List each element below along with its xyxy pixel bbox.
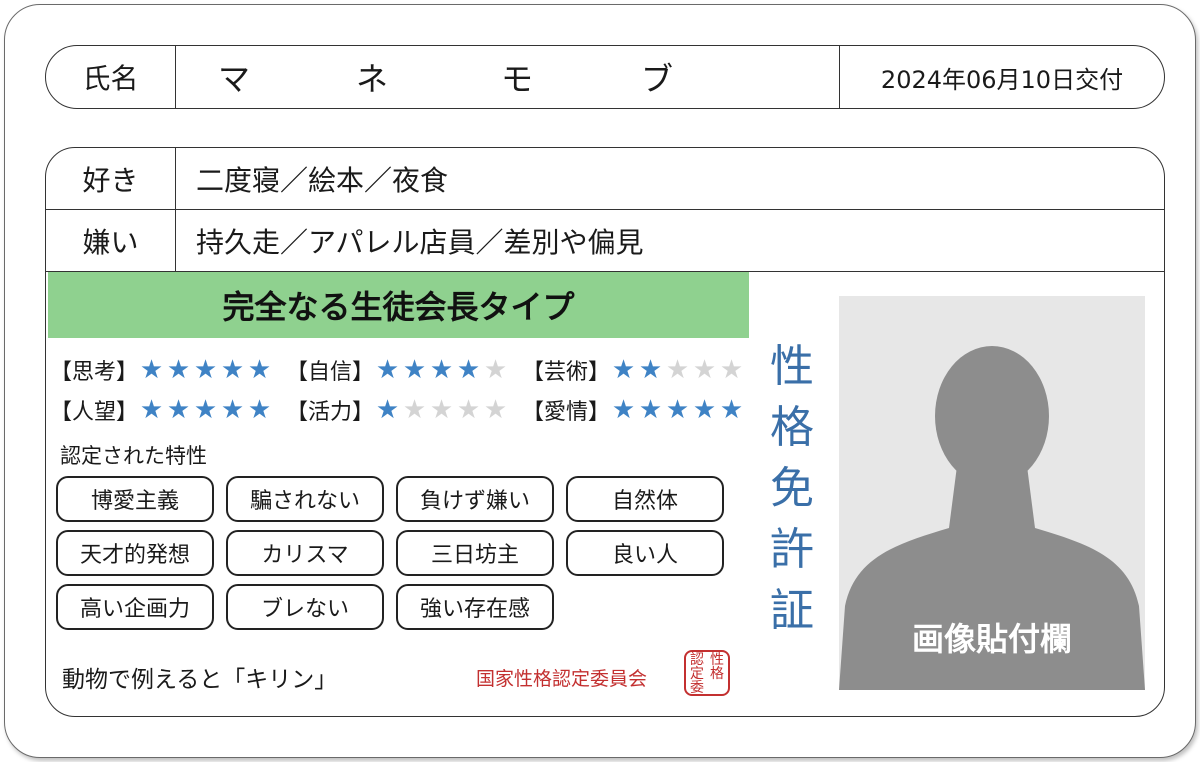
stat-item: 【自信】 ★ ★ ★ ★ ★ — [286, 354, 522, 386]
name-char: ブ — [641, 60, 676, 98]
star-filled-icon: ★ — [638, 355, 663, 385]
star-empty-icon: ★ — [456, 395, 481, 425]
trait-badge: 博愛主義 — [56, 476, 214, 522]
committee-name: 国家性格認定委員会 — [476, 668, 648, 690]
star-rating: ★ ★ ★ ★ ★ — [610, 357, 745, 383]
stats-panel: 【思考】 ★ ★ ★ ★ ★ 【自信】 ★ ★ ★ ★ ★ 【芸術】 ★ ★ ★ ★ ★ 【人望】 ★ ★ ★ ★ ★ … — [50, 350, 760, 430]
stat-item: 【芸術】 ★ ★ ★ ★ ★ — [522, 354, 758, 386]
name-label: 氏名 — [46, 46, 176, 108]
star-filled-icon: ★ — [611, 395, 636, 425]
name-char: ネ — [356, 60, 391, 98]
issue-date: 2024年06月10日交付 — [839, 46, 1164, 108]
star-filled-icon: ★ — [166, 395, 191, 425]
stat-item: 【活力】 ★ ★ ★ ★ ★ — [286, 394, 522, 426]
star-filled-icon: ★ — [166, 355, 191, 385]
star-filled-icon: ★ — [139, 355, 164, 385]
name-char: モ — [501, 60, 536, 98]
trait-badge: 強い存在感 — [396, 584, 554, 630]
star-filled-icon: ★ — [402, 355, 427, 385]
trait-badge: 天才的発想 — [56, 530, 214, 576]
stat-label: 【愛情】 — [522, 400, 611, 425]
star-filled-icon: ★ — [139, 395, 164, 425]
photo-placeholder: 画像貼付欄 — [839, 296, 1145, 690]
star-empty-icon: ★ — [665, 355, 690, 385]
star-filled-icon: ★ — [638, 395, 663, 425]
star-filled-icon: ★ — [193, 395, 218, 425]
likes-value: 二度寝／絵本／夜食 — [196, 163, 449, 197]
star-filled-icon: ★ — [247, 355, 272, 385]
star-rating: ★ ★ ★ ★ ★ — [610, 397, 745, 423]
committee-seal: 認 性 定 格 委 — [684, 650, 730, 696]
dislikes-value: 持久走／アパレル店員／差別や偏見 — [196, 225, 644, 259]
star-filled-icon: ★ — [220, 355, 245, 385]
star-filled-icon: ★ — [375, 395, 400, 425]
stat-label: 【活力】 — [286, 400, 375, 425]
star-empty-icon: ★ — [483, 355, 508, 385]
star-empty-icon: ★ — [719, 355, 744, 385]
personality-type-banner: 完全なる生徒会長タイプ — [48, 272, 749, 338]
stat-item: 【愛情】 ★ ★ ★ ★ ★ — [522, 394, 758, 426]
likes-label: 好き — [46, 148, 176, 209]
main-panel: 好き 二度寝／絵本／夜食 嫌い 持久走／アパレル店員／差別や偏見 完全なる生徒会… — [45, 147, 1165, 717]
stat-label: 【思考】 — [50, 360, 139, 385]
stat-item: 【人望】 ★ ★ ★ ★ ★ — [50, 394, 286, 426]
star-empty-icon: ★ — [429, 395, 454, 425]
star-filled-icon: ★ — [456, 355, 481, 385]
star-rating: ★ ★ ★ ★ ★ — [138, 397, 273, 423]
star-filled-icon: ★ — [220, 395, 245, 425]
stat-label: 【人望】 — [50, 400, 139, 425]
star-rating: ★ ★ ★ ★ ★ — [374, 357, 509, 383]
trait-badge: 良い人 — [566, 530, 724, 576]
star-rating: ★ ★ ★ ★ ★ — [374, 397, 509, 423]
trait-badge: 三日坊主 — [396, 530, 554, 576]
name-row: 氏名 マ ネ モ ブ 2024年06月10日交付 — [45, 45, 1165, 109]
dislikes-row: 嫌い 持久走／アパレル店員／差別や偏見 — [46, 210, 1164, 272]
star-rating: ★ ★ ★ ★ ★ — [138, 357, 273, 383]
stat-item: 【思考】 ★ ★ ★ ★ ★ — [50, 354, 286, 386]
star-filled-icon: ★ — [375, 355, 400, 385]
likes-row: 好き 二度寝／絵本／夜食 — [46, 148, 1164, 210]
star-empty-icon: ★ — [402, 395, 427, 425]
trait-badge: ブレない — [226, 584, 384, 630]
star-filled-icon: ★ — [611, 355, 636, 385]
photo-caption: 画像貼付欄 — [911, 620, 1072, 658]
star-filled-icon: ★ — [193, 355, 218, 385]
star-filled-icon: ★ — [665, 395, 690, 425]
star-empty-icon: ★ — [483, 395, 508, 425]
traits-grid: 博愛主義 騙されない 負けず嫌い 自然体 天才的発想 カリスマ 三日坊主 良い人… — [56, 476, 746, 630]
animal-comparison: 動物で例えると「キリン」 — [62, 667, 338, 693]
traits-title: 認定された特性 — [60, 444, 207, 468]
star-empty-icon: ★ — [692, 355, 717, 385]
license-title: 性 格 免 許 証 — [770, 341, 814, 636]
star-filled-icon: ★ — [719, 395, 744, 425]
star-filled-icon: ★ — [429, 355, 454, 385]
stat-label: 【自信】 — [286, 360, 375, 385]
name-value: マ ネ モ ブ — [176, 46, 839, 108]
name-char: マ — [218, 60, 253, 98]
star-filled-icon: ★ — [692, 395, 717, 425]
trait-badge: 高い企画力 — [56, 584, 214, 630]
star-filled-icon: ★ — [247, 395, 272, 425]
trait-badge: カリスマ — [226, 530, 384, 576]
dislikes-label: 嫌い — [46, 210, 176, 271]
stat-label: 【芸術】 — [522, 360, 611, 385]
trait-badge: 騙されない — [226, 476, 384, 522]
trait-badge: 負けず嫌い — [396, 476, 554, 522]
license-card: 氏名 マ ネ モ ブ 2024年06月10日交付 好き 二度寝／絵本／夜食 嫌い… — [4, 4, 1196, 758]
trait-badge: 自然体 — [566, 476, 724, 522]
